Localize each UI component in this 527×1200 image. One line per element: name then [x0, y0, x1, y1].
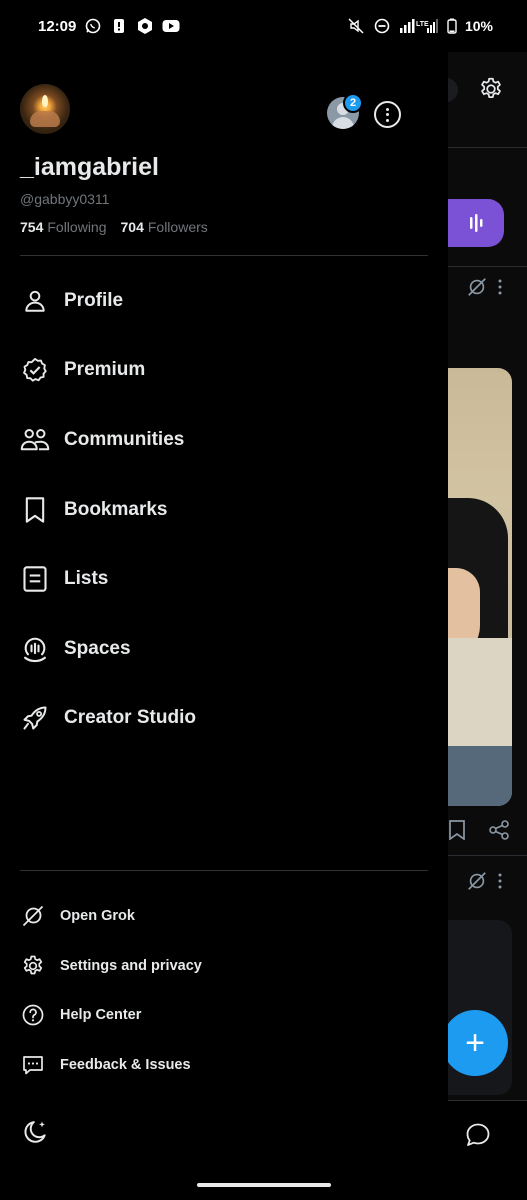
svg-text:LTE: LTE — [416, 21, 429, 28]
menu-item-creator-studio[interactable]: Creator Studio — [0, 684, 448, 754]
user-handle: @gabbyy0311 — [20, 191, 110, 207]
menu-item-label: Bookmarks — [64, 498, 168, 520]
feed-divider — [448, 855, 527, 856]
following-count[interactable]: 754 — [20, 219, 43, 235]
menu-item-label: Open Grok — [60, 907, 135, 924]
menu-item-label: Settings and privacy — [60, 957, 202, 974]
account-notification-badge: 2 — [343, 93, 363, 113]
rocket-icon — [20, 703, 50, 733]
menu-item-profile[interactable]: Profile — [0, 266, 448, 336]
feed-grok-icon[interactable] — [466, 870, 488, 897]
feedback-icon — [20, 1052, 46, 1078]
communities-icon — [20, 425, 50, 455]
feed-grok-icon[interactable] — [466, 276, 488, 303]
battery-percent: 10% — [464, 18, 493, 34]
profile-avatar[interactable] — [20, 84, 70, 134]
menu-item-premium[interactable]: Premium — [0, 336, 448, 406]
menu-item-settings-and-privacy[interactable]: Settings and privacy — [0, 941, 448, 991]
feed-post-image[interactable] — [448, 368, 512, 806]
menu-item-label: Feedback & Issues — [60, 1057, 191, 1074]
feed-settings-gear-icon[interactable] — [478, 76, 504, 107]
home-indicator[interactable] — [197, 1183, 331, 1187]
followers-label[interactable]: Followers — [148, 219, 208, 235]
verified-badge-icon — [20, 355, 50, 385]
primary-menu: Profile Premium Communities Bookmarks Li… — [0, 266, 448, 753]
feed-share-icon[interactable] — [488, 820, 510, 845]
menu-item-open-grok[interactable]: Open Grok — [0, 891, 448, 941]
status-time: 12:09 — [38, 17, 77, 35]
menu-item-label: Communities — [64, 428, 185, 450]
background-feed[interactable]: + — [448, 52, 527, 1200]
feed-bookmark-icon[interactable] — [448, 820, 466, 845]
follow-stats: 754 Following 704 Followers — [20, 219, 218, 235]
feed-divider — [448, 266, 527, 267]
youtube-icon — [162, 17, 180, 35]
menu-item-label: Profile — [64, 289, 124, 311]
app-icon — [136, 17, 154, 35]
more-options-icon[interactable] — [374, 101, 401, 128]
dnd-icon — [373, 17, 391, 35]
feed-spaces-button[interactable] — [448, 199, 504, 247]
display-name[interactable]: _iamgabriel — [20, 153, 159, 182]
feed-top-button[interactable] — [448, 78, 458, 102]
messages-icon[interactable] — [464, 1121, 492, 1154]
dark-mode-moon-icon[interactable] — [20, 1117, 50, 1147]
divider — [20, 870, 428, 871]
grok-icon — [20, 903, 46, 929]
battery-icon — [447, 17, 457, 35]
signal-icon: LTE — [399, 17, 439, 35]
help-icon — [20, 1002, 46, 1028]
spaces-icon — [20, 634, 50, 664]
feed-divider — [448, 147, 527, 148]
menu-item-label: Creator Studio — [64, 707, 196, 729]
menu-item-lists[interactable]: Lists — [0, 544, 448, 614]
menu-item-label: Help Center — [60, 1007, 142, 1024]
gear-icon — [20, 953, 46, 979]
status-bar: 12:09 LTE 10% — [0, 0, 527, 52]
menu-item-label: Premium — [64, 359, 146, 381]
bookmark-icon — [20, 495, 50, 525]
following-label[interactable]: Following — [47, 219, 106, 235]
person-icon — [20, 286, 50, 316]
menu-item-label: Spaces — [64, 637, 131, 659]
menu-item-feedback-and-issues[interactable]: Feedback & Issues — [0, 1040, 448, 1090]
menu-item-label: Lists — [64, 568, 109, 590]
secondary-menu: Open Grok Settings and privacy Help Cent… — [0, 891, 448, 1090]
sim-icon — [110, 17, 128, 35]
menu-item-spaces[interactable]: Spaces — [0, 614, 448, 684]
menu-item-bookmarks[interactable]: Bookmarks — [0, 475, 448, 545]
feed-more-icon[interactable] — [498, 873, 502, 894]
divider — [20, 255, 428, 256]
navigation-drawer: 2 _iamgabriel @gabbyy0311 754 Following … — [0, 52, 448, 1200]
menu-item-help-center[interactable]: Help Center — [0, 991, 448, 1041]
feed-more-icon[interactable] — [498, 279, 502, 300]
followers-count[interactable]: 704 — [121, 219, 144, 235]
list-icon — [20, 564, 50, 594]
whatsapp-icon — [84, 17, 102, 35]
mute-icon — [347, 17, 365, 35]
bottom-nav — [448, 1100, 527, 1200]
menu-item-communities[interactable]: Communities — [0, 405, 448, 475]
